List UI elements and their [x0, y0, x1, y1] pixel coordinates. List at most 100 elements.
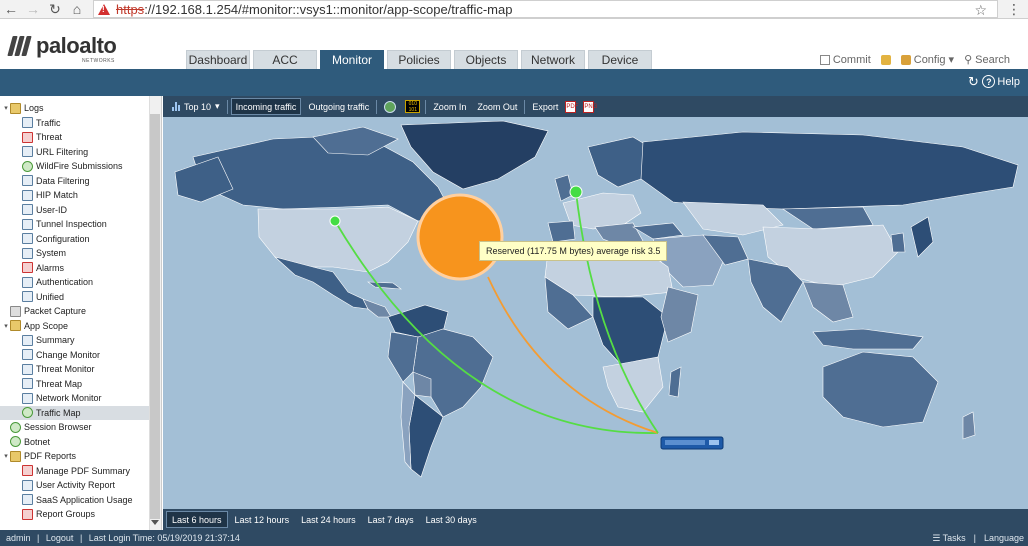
tab-objects[interactable]: Objects	[454, 50, 518, 69]
tasks-button[interactable]: ☰ Tasks	[932, 533, 965, 544]
sidebar-scrollbar[interactable]	[149, 96, 161, 530]
sidebar-item-threat-monitor[interactable]: Threat Monitor	[0, 362, 150, 377]
sidebar-item-label: Report Groups	[36, 509, 96, 520]
status-user[interactable]: admin | Logout | Last Login Time: 05/19/…	[0, 533, 240, 543]
sidebar-item-pdf-reports[interactable]: ▾ PDF Reports	[0, 449, 150, 464]
sidebar-item-label: HIP Match	[36, 190, 78, 201]
back-icon[interactable]: ←	[0, 0, 22, 19]
sidebar-scroll-thumb[interactable]	[150, 114, 160, 519]
sidebar-item-packet-capture[interactable]: Packet Capture	[0, 304, 150, 319]
export-png-button[interactable]: PNG	[581, 98, 597, 115]
expand-toggle-icon[interactable]: ▾	[2, 322, 10, 330]
sidebar-item-manage-pdf-summary[interactable]: Manage PDF Summary	[0, 464, 150, 479]
time-range-last-6-hours[interactable]: Last 6 hours	[166, 511, 228, 528]
tab-device[interactable]: Device	[588, 50, 652, 69]
sidebar-item-threat-map[interactable]: Threat Map	[0, 377, 150, 392]
time-range-last-30-days[interactable]: Last 30 days	[421, 511, 482, 528]
sidebar-item-configuration[interactable]: Configuration	[0, 232, 150, 247]
help-button[interactable]: ? Help	[982, 75, 1020, 88]
zoom-out-button[interactable]: Zoom Out	[473, 98, 521, 115]
commit-button[interactable]: Commit	[819, 53, 871, 66]
sidebar-item-user-id[interactable]: User-ID	[0, 203, 150, 218]
time-range-last-24-hours[interactable]: Last 24 hours	[296, 511, 361, 528]
tab-network[interactable]: Network	[521, 50, 585, 69]
outgoing-traffic-button[interactable]: Outgoing traffic	[304, 98, 373, 115]
browser-menu-icon[interactable]: ⋮	[1000, 0, 1028, 19]
threat-log-icon	[22, 131, 33, 143]
forward-icon[interactable]: →	[22, 0, 44, 19]
expand-toggle-icon[interactable]: ▾	[2, 452, 10, 460]
address-bar[interactable]: https ://192.168.1.254/#monitor::vsys1::…	[93, 0, 998, 18]
refresh-icon[interactable]: ↻	[968, 75, 982, 89]
expand-toggle-icon[interactable]: ▾	[2, 104, 10, 112]
sidebar-item-botnet[interactable]: Botnet	[0, 435, 150, 450]
sidebar-item-session-browser[interactable]: Session Browser	[0, 420, 150, 435]
sidebar-item-traffic-map[interactable]: Traffic Map	[0, 405, 150, 420]
toolbar-divider	[524, 99, 526, 114]
language-button[interactable]: Language	[984, 533, 1024, 543]
tab-dashboard[interactable]: Dashboard	[186, 50, 250, 69]
bar-chart-icon	[172, 102, 180, 111]
bookmark-star-icon[interactable]: ☆	[974, 2, 987, 19]
url-filtering-icon	[22, 146, 33, 158]
sidebar-item-alarms[interactable]: Alarms	[0, 261, 150, 276]
incoming-traffic-button[interactable]: Incoming traffic	[230, 98, 302, 115]
sidebar-item-data-filtering[interactable]: Data Filtering	[0, 174, 150, 189]
sidebar-item-traffic[interactable]: Traffic	[0, 116, 150, 131]
toolbar-divider	[425, 99, 427, 114]
alarms-icon	[22, 262, 33, 274]
sidebar-item-authentication[interactable]: Authentication	[0, 275, 150, 290]
reload-icon[interactable]: ↻	[44, 0, 66, 19]
sidebar-item-saas-application-usage[interactable]: SaaS Application Usage	[0, 493, 150, 508]
pdf-summary-icon	[22, 465, 33, 477]
scroll-down-arrow-icon[interactable]	[151, 520, 159, 525]
map-tooltip: Reserved (117.75 M bytes) average risk 3…	[479, 241, 668, 261]
sidebar-item-user-activity-report[interactable]: User Activity Report	[0, 478, 150, 493]
country-new-zealand[interactable]	[962, 411, 976, 440]
sidebar-item-network-monitor[interactable]: Network Monitor	[0, 391, 150, 406]
sidebar-item-app-scope[interactable]: ▾ App Scope	[0, 319, 150, 334]
status-divider: |	[973, 533, 976, 543]
tab-acc[interactable]: ACC	[253, 50, 317, 69]
country-iberia[interactable]	[547, 220, 576, 243]
search-button[interactable]: ⚲ Search	[964, 53, 1010, 67]
lock-button[interactable]	[880, 53, 891, 66]
europe-traffic-bubble[interactable]	[569, 185, 583, 199]
sidebar-item-change-monitor[interactable]: Change Monitor	[0, 348, 150, 363]
sidebar-item-unified[interactable]: Unified	[0, 290, 150, 305]
sidebar-item-wildfire-submissions[interactable]: WildFire Submissions	[0, 159, 150, 174]
time-range-last-7-days[interactable]: Last 7 days	[363, 511, 419, 528]
top10-dropdown[interactable]: Top 10 ▾	[168, 98, 224, 115]
user-activity-icon	[22, 479, 33, 491]
folder-icon	[10, 102, 21, 114]
report-groups-icon	[22, 508, 33, 520]
usa-traffic-bubble[interactable]	[329, 215, 341, 227]
world-map[interactable]	[163, 117, 1028, 509]
sidebar-item-tunnel-inspection[interactable]: Tunnel Inspection	[0, 217, 150, 232]
globe-view-button[interactable]	[380, 98, 400, 115]
time-range-last-12-hours[interactable]: Last 12 hours	[230, 511, 295, 528]
sidebar-item-threat[interactable]: Threat	[0, 130, 150, 145]
sidebar-item-logs[interactable]: ▾ Logs	[0, 101, 150, 116]
sidebar-item-hip-match[interactable]: HIP Match	[0, 188, 150, 203]
sidebar-item-summary[interactable]: Summary	[0, 333, 150, 348]
sidebar-item-label: Network Monitor	[36, 393, 102, 404]
last-login-time: Last Login Time: 05/19/2019 21:37:14	[88, 533, 240, 543]
config-menu[interactable]: Config ▾	[900, 53, 954, 66]
country-korea[interactable]	[890, 232, 906, 253]
sidebar-item-system[interactable]: System	[0, 246, 150, 261]
zoom-in-button[interactable]: Zoom In	[429, 98, 470, 115]
tab-policies[interactable]: Policies	[387, 50, 451, 69]
reserved-traffic-bubble[interactable]	[416, 193, 504, 281]
firewall-device-icon[interactable]	[660, 436, 724, 450]
tab-monitor[interactable]: Monitor	[320, 50, 384, 69]
home-icon[interactable]: ⌂	[66, 0, 88, 19]
map-toolbar: Top 10 ▾ Incoming traffic Outgoing traff…	[163, 96, 1028, 117]
export-pdf-button[interactable]: PDF	[563, 98, 578, 115]
sidebar-item-url-filtering[interactable]: URL Filtering	[0, 145, 150, 160]
status-user-label: admin	[6, 533, 31, 543]
sidebar-item-report-groups[interactable]: Report Groups	[0, 507, 150, 522]
bytes-view-button[interactable]: 010 101	[403, 98, 422, 115]
export-label: Export	[532, 101, 559, 112]
logout-link[interactable]: Logout	[46, 533, 74, 543]
